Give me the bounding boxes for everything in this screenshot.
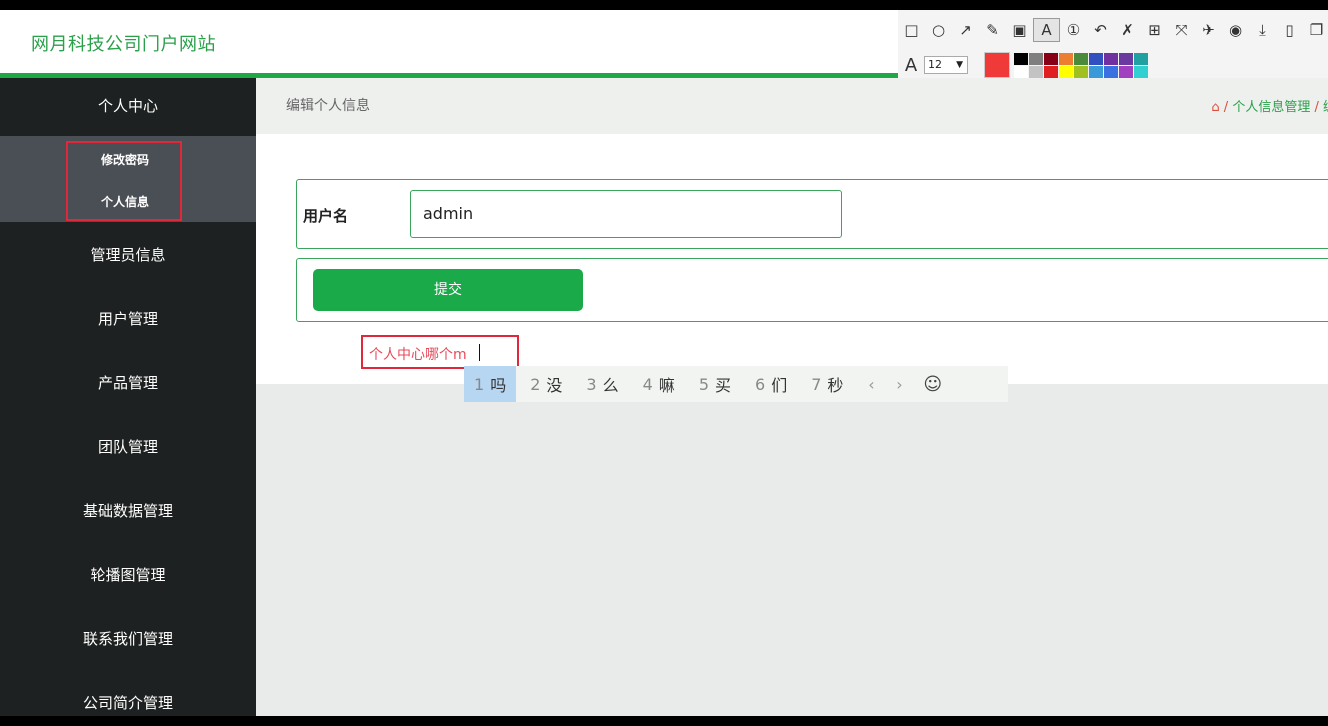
username-label: 用户名	[303, 207, 349, 225]
color-swatch[interactable]	[1059, 65, 1073, 78]
chevron-down-icon: ▼	[956, 60, 963, 70]
ocr-icon[interactable]: ⊞	[1141, 18, 1168, 42]
emoji-icon[interactable]: ☺	[923, 374, 942, 395]
ime-candidate-text: 秒	[827, 376, 844, 395]
pen-icon[interactable]: ✎	[979, 18, 1006, 42]
sidebar-item-products[interactable]: 产品管理	[0, 372, 256, 393]
page-header-bar: 编辑个人信息 ⌂ / 个人信息管理 / 编	[256, 78, 1328, 134]
color-swatch[interactable]	[1089, 65, 1103, 78]
font-size-select[interactable]: 12 ▼	[924, 56, 968, 74]
sidebar-item-base-data[interactable]: 基础数据管理	[0, 500, 256, 521]
color-swatch[interactable]	[1104, 52, 1118, 65]
save-icon[interactable]: ▯	[1276, 18, 1303, 42]
sidebar: 个人中心 修改密码 个人信息 管理员信息 用户管理 产品管理 团队管理 基础数据…	[0, 78, 256, 716]
ime-candidate-number: 4	[642, 374, 653, 394]
breadcrumb-item[interactable]: 个人信息管理	[1232, 100, 1310, 115]
sidebar-item-carousel[interactable]: 轮播图管理	[0, 564, 256, 585]
rectangle-icon[interactable]: □	[898, 18, 925, 42]
color-swatch[interactable]	[1044, 65, 1058, 78]
breadcrumb-item: 编	[1323, 100, 1328, 115]
ime-candidate-number: 3	[586, 374, 597, 394]
color-swatch[interactable]	[1119, 65, 1133, 78]
text-cursor	[479, 344, 480, 361]
ime-candidate-number: 1	[474, 374, 485, 394]
home-icon[interactable]: ⌂	[1211, 100, 1219, 115]
snip-toolbar: □ ○ ↗ ✎ ▣ A ① ↶ ✗ ⊞ ⤧ ✈ ◉ ⤓ ▯ ❐ A 12 ▼	[898, 10, 1328, 80]
app-window: 网月科技公司门户网站 □ ○ ↗ ✎ ▣ A ① ↶ ✗ ⊞ ⤧ ✈ ◉ ⤓ ▯ ❐ A 12 ▼ 个人中心 …	[0, 10, 1328, 716]
breadcrumb-separator: /	[1314, 100, 1323, 115]
content-background	[256, 384, 1328, 716]
color-swatch[interactable]	[1089, 52, 1103, 65]
color-swatch[interactable]	[1074, 65, 1088, 78]
snip-tool-row: □ ○ ↗ ✎ ▣ A ① ↶ ✗ ⊞ ⤧ ✈ ◉ ⤓ ▯ ❐	[898, 16, 1328, 44]
ellipse-icon[interactable]: ○	[925, 18, 952, 42]
color-swatch[interactable]	[1029, 52, 1043, 65]
breadcrumb: ⌂ / 个人信息管理 / 编	[1211, 96, 1328, 115]
current-color-swatch[interactable]	[984, 52, 1010, 78]
mosaic-icon[interactable]: ▣	[1006, 18, 1033, 42]
ime-candidate[interactable]: 2没	[520, 366, 572, 402]
page-title: 编辑个人信息	[286, 98, 370, 114]
color-swatch[interactable]	[1074, 52, 1088, 65]
color-swatch[interactable]	[1014, 65, 1028, 78]
ime-candidate-number: 6	[755, 374, 766, 394]
download-icon[interactable]: ⤓	[1249, 18, 1276, 42]
ime-candidate-text: 没	[546, 376, 563, 395]
color-swatch[interactable]	[1059, 52, 1073, 65]
annotation-highlight-box	[66, 141, 182, 221]
text-tool-icon[interactable]: A	[1033, 18, 1060, 42]
ime-candidate-number: 7	[811, 374, 822, 394]
color-swatch[interactable]	[1134, 52, 1148, 65]
ime-candidate[interactable]: 5买	[689, 366, 741, 402]
ime-candidate-number: 5	[698, 374, 709, 394]
pin-icon[interactable]: ✈	[1195, 18, 1222, 42]
ime-candidate-text: 吗	[490, 376, 507, 395]
copy-icon[interactable]: ❐	[1303, 18, 1328, 42]
ime-candidate[interactable]: 1吗	[464, 366, 517, 402]
ime-candidate-text: 嘛	[658, 376, 675, 395]
ime-candidate-bar: 1 吗 2 没 3 么 4 嘛 5 买 6 们 7 秒 ‹ › ☺	[464, 366, 1008, 402]
font-icon: A	[904, 54, 918, 76]
color-palette	[1014, 52, 1148, 78]
submit-row: 提交	[296, 258, 1328, 322]
annotation-text-box[interactable]: 个人中心哪个m	[361, 335, 519, 369]
color-swatch[interactable]	[1044, 52, 1058, 65]
sidebar-item-personal-center[interactable]: 个人中心	[0, 95, 256, 116]
undo-icon[interactable]: ↶	[1087, 18, 1114, 42]
number-marker-icon[interactable]: ①	[1060, 18, 1087, 42]
ime-candidate-number: 2	[530, 374, 541, 394]
scroll-capture-icon[interactable]: ⤧	[1168, 18, 1195, 42]
username-row: 用户名 admin	[296, 179, 1328, 249]
record-icon[interactable]: ◉	[1222, 18, 1249, 42]
ime-candidate-text: 们	[771, 376, 788, 395]
sidebar-item-admin-info[interactable]: 管理员信息	[0, 244, 256, 265]
site-title: 网月科技公司门户网站	[31, 34, 216, 55]
ime-candidate-text: 买	[715, 376, 732, 395]
ime-candidate[interactable]: 3么	[576, 366, 628, 402]
ime-prev-page-icon[interactable]: ‹	[857, 375, 885, 394]
ime-candidate[interactable]: 7秒	[801, 366, 853, 402]
username-input[interactable]: admin	[410, 190, 842, 238]
arrow-icon[interactable]: ↗	[952, 18, 979, 42]
color-swatch[interactable]	[1134, 65, 1148, 78]
ime-candidate[interactable]: 6们	[745, 366, 797, 402]
clear-icon[interactable]: ✗	[1114, 18, 1141, 42]
sidebar-item-users[interactable]: 用户管理	[0, 308, 256, 329]
color-swatch[interactable]	[1104, 65, 1118, 78]
ime-candidate-text: 么	[602, 376, 619, 395]
sidebar-item-contact[interactable]: 联系我们管理	[0, 628, 256, 649]
sidebar-item-company-intro[interactable]: 公司简介管理	[0, 692, 256, 713]
ime-next-page-icon[interactable]: ›	[885, 375, 913, 394]
sidebar-item-team[interactable]: 团队管理	[0, 436, 256, 457]
ime-candidate[interactable]: 4嘛	[633, 366, 685, 402]
submit-button[interactable]: 提交	[313, 269, 583, 311]
snip-style-row: A 12 ▼	[898, 50, 1148, 80]
color-swatch[interactable]	[1029, 65, 1043, 78]
color-swatch[interactable]	[1119, 52, 1133, 65]
color-swatch[interactable]	[1014, 52, 1028, 65]
font-size-value: 12	[928, 58, 942, 71]
annotation-text: 个人中心哪个m	[369, 347, 467, 363]
